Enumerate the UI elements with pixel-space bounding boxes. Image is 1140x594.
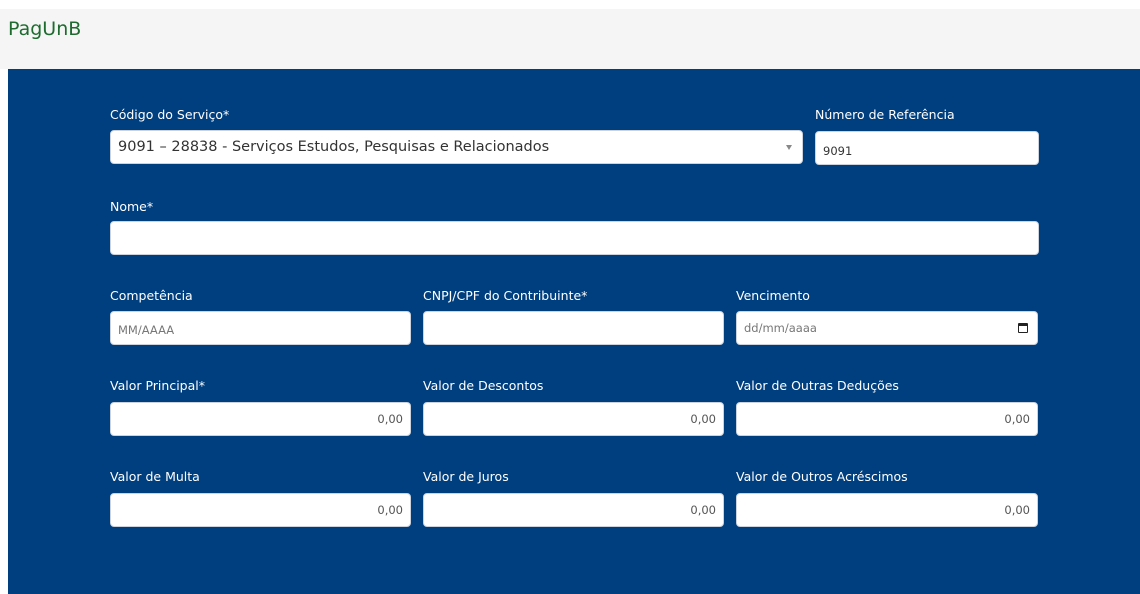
- top-navbar: PagUnB: [0, 9, 1140, 69]
- valor-outras-deducoes-label: Valor de Outras Deduções: [736, 378, 899, 393]
- valor-principal-value: 0,00: [377, 412, 403, 426]
- vencimento-placeholder: dd/mm/aaaa: [744, 321, 817, 335]
- numero-referencia-value: 9091: [823, 143, 853, 158]
- competencia-field[interactable]: MM/AAAA: [110, 311, 411, 345]
- codigo-servico-label: Código do Serviço*: [110, 107, 230, 122]
- valor-outros-acrescimos-field[interactable]: 0,00: [736, 493, 1038, 527]
- valor-multa-field[interactable]: 0,00: [110, 493, 411, 527]
- calendar-icon[interactable]: [1018, 323, 1028, 333]
- valor-descontos-value: 0,00: [690, 412, 716, 426]
- valor-principal-label: Valor Principal*: [110, 378, 205, 393]
- codigo-servico-select[interactable]: 9091 – 28838 - Serviços Estudos, Pesquis…: [110, 130, 803, 164]
- valor-descontos-label: Valor de Descontos: [423, 378, 544, 393]
- vencimento-date-field[interactable]: dd/mm/aaaa: [736, 311, 1038, 345]
- valor-multa-label: Valor de Multa: [110, 469, 200, 484]
- cnpj-cpf-label: CNPJ/CPF do Contribuinte*: [423, 288, 588, 303]
- numero-referencia-label: Número de Referência: [815, 107, 955, 122]
- nome-field[interactable]: [110, 221, 1039, 255]
- valor-juros-label: Valor de Juros: [423, 469, 509, 484]
- competencia-placeholder: MM/AAAA: [118, 323, 175, 337]
- numero-referencia-field[interactable]: 9091: [815, 131, 1039, 165]
- chevron-down-icon: [786, 144, 792, 150]
- vencimento-label: Vencimento: [736, 288, 810, 303]
- competencia-label: Competência: [110, 288, 193, 303]
- valor-juros-field[interactable]: 0,00: [423, 493, 724, 527]
- valor-multa-value: 0,00: [377, 503, 403, 517]
- valor-principal-field[interactable]: 0,00: [110, 402, 411, 436]
- valor-juros-value: 0,00: [690, 503, 716, 517]
- valor-outros-acrescimos-label: Valor de Outros Acréscimos: [736, 469, 908, 484]
- codigo-servico-value: 9091 – 28838 - Serviços Estudos, Pesquis…: [118, 139, 550, 155]
- valor-outras-deducoes-field[interactable]: 0,00: [736, 402, 1038, 436]
- valor-descontos-field[interactable]: 0,00: [423, 402, 724, 436]
- nome-label: Nome*: [110, 199, 154, 214]
- valor-outros-acrescimos-value: 0,00: [1004, 503, 1030, 517]
- brand-logo[interactable]: PagUnB: [8, 18, 81, 40]
- cnpj-cpf-field[interactable]: [423, 311, 724, 345]
- valor-outras-deducoes-value: 0,00: [1004, 412, 1030, 426]
